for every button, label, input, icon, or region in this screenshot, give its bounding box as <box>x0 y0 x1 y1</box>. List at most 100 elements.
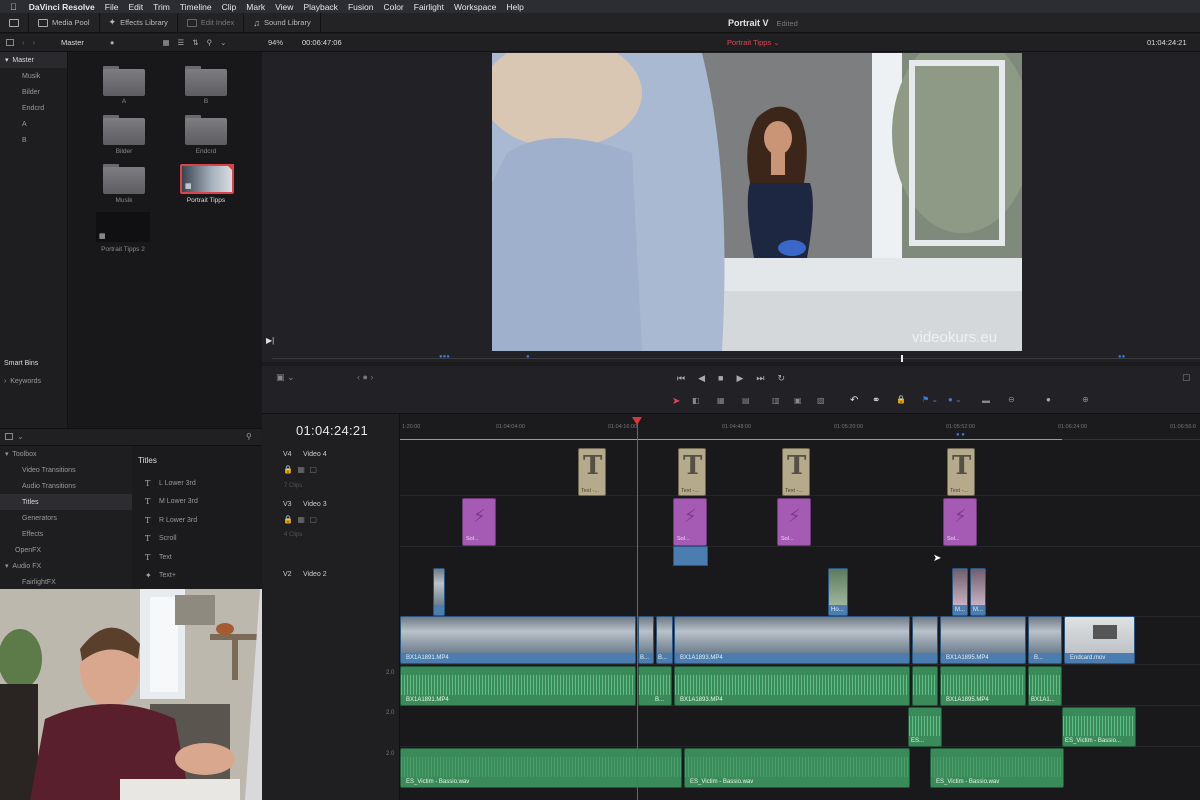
timeline-clip-generator[interactable]: ⚡ Sol... <box>462 498 496 546</box>
zoom-in-icon[interactable]: ⊕ <box>1082 395 1089 404</box>
loop-icon[interactable]: ↻ <box>777 373 785 384</box>
folder-endcrd[interactable] <box>185 115 227 145</box>
timeline-clip-audio[interactable]: BX1A1891.MP4 <box>400 666 636 706</box>
grid-view-icon[interactable]: ▦ <box>162 38 169 47</box>
timeline-clip-audio[interactable]: BX1A1895.MP4 <box>940 666 1026 706</box>
title-item-l-lower-3rd[interactable]: T L Lower 3rd <box>133 474 257 493</box>
bin-a[interactable]: A <box>0 116 67 132</box>
jog-icon[interactable]: ‹ ● › <box>357 372 373 382</box>
timeline-clip-video[interactable]: B... <box>638 616 654 664</box>
timeline-clip-audio[interactable]: ES_Victim - Bassio... <box>1062 707 1136 747</box>
sidebar-toggle-icon[interactable] <box>5 433 13 440</box>
menu-help[interactable]: Help <box>506 2 523 12</box>
timeline-clip-audio[interactable]: B... <box>638 666 672 706</box>
insert-clip-icon[interactable]: ▥ <box>772 396 780 405</box>
chevron-down-icon[interactable]: ⌄ <box>220 38 226 47</box>
timeline-clip-adjustment[interactable] <box>673 546 708 566</box>
go-to-end-icon[interactable]: ⏭ <box>756 373 764 384</box>
timeline-clip-audio[interactable]: BX1A1893.MP4 <box>674 666 910 706</box>
timeline-thumbnail-portrait-tipps-2[interactable]: ▦ <box>96 212 150 242</box>
folder-bilder[interactable] <box>103 115 145 145</box>
media-pool-button[interactable]: Media Pool <box>29 13 100 32</box>
lock-icon[interactable]: 🔒 <box>896 395 906 404</box>
lock-icon[interactable]: 🔒 <box>283 465 293 474</box>
zoom-full-icon[interactable]: ▬ <box>982 396 990 405</box>
title-item-text-plus[interactable]: ✦ Text+ <box>133 567 257 586</box>
search-icon[interactable]: ⚲ <box>246 432 252 441</box>
effects-library-button[interactable]: ✦ Effects Library <box>100 13 178 32</box>
timeline-clip-video[interactable]: M... <box>952 568 968 616</box>
fx-tree-audio-fx[interactable]: ▾ Audio FX <box>0 558 132 574</box>
timeline-clip-video[interactable] <box>912 616 938 664</box>
flag-icon[interactable]: ⚑ ⌄ <box>922 395 938 404</box>
sidebar-toggle-icon[interactable] <box>6 39 14 46</box>
folder-musik[interactable] <box>103 164 145 194</box>
timeline-clip-text[interactable]: T Text -... <box>678 448 706 496</box>
timeline-thumbnail-portrait-tipps[interactable]: ▦ <box>180 164 234 194</box>
timeline-clip-video[interactable]: M... <box>970 568 986 616</box>
bin-master[interactable]: ▾ Master <box>0 52 67 68</box>
chevron-down-icon[interactable]: ⌄ <box>17 432 24 441</box>
fx-tree-effects[interactable]: Effects <box>0 526 132 542</box>
track-visibility-icon[interactable]: ▢ <box>309 465 317 474</box>
fx-tree-toolbox[interactable]: ▾ Toolbox <box>0 446 132 462</box>
frame-play-icon[interactable]: ▶| <box>266 336 274 345</box>
reverse-play-icon[interactable]: ◀ <box>698 373 705 384</box>
forward-icon[interactable]: › <box>33 38 36 47</box>
fullscreen-icon[interactable]: ▢ <box>1182 372 1191 383</box>
fx-tree-fairlightfx[interactable]: FairlightFX <box>0 574 132 590</box>
back-icon[interactable]: ‹ <box>22 38 25 47</box>
viewer-playhead[interactable] <box>901 355 903 362</box>
stop-icon[interactable]: ■ <box>718 373 723 383</box>
play-icon[interactable]: ▶ <box>736 373 743 384</box>
timeline-clip-audio[interactable] <box>912 666 938 706</box>
auto-select-icon[interactable]: ▦ <box>297 515 305 524</box>
menu-view[interactable]: View <box>275 2 293 12</box>
timeline-clip-text[interactable]: T Text -... <box>782 448 810 496</box>
timeline-playhead[interactable] <box>637 418 638 800</box>
track-visibility-icon[interactable]: ▢ <box>309 515 317 524</box>
sound-library-button[interactable]: ♫ Sound Library <box>244 13 321 32</box>
search-icon[interactable]: ⚲ <box>207 38 213 47</box>
replace-clip-icon[interactable]: ▧ <box>817 396 825 405</box>
timeline-clip-audio[interactable]: BX1A1... <box>1028 666 1062 706</box>
menu-workspace[interactable]: Workspace <box>454 2 496 12</box>
dynamic-trim-icon[interactable]: ▦ <box>717 396 725 405</box>
timeline-clip-video[interactable]: Ho... <box>828 568 848 616</box>
list-view-icon[interactable]: ☰ <box>178 38 185 47</box>
timeline-clip-video[interactable]: BX1A1895.MP4 <box>940 616 1026 664</box>
fx-tree-generators[interactable]: Generators <box>0 510 132 526</box>
title-item-r-lower-3rd[interactable]: T R Lower 3rd <box>133 511 257 530</box>
fx-tree-video-transitions[interactable]: Video Transitions <box>0 462 132 478</box>
timeline-clip-video[interactable]: B... <box>1028 616 1062 664</box>
timeline-clip-video[interactable]: BX1A1893.MP4 <box>674 616 910 664</box>
timeline-clip-video[interactable] <box>433 568 445 616</box>
go-to-start-icon[interactable]: ⏮ <box>677 373 685 384</box>
timeline-clip-audio[interactable]: ES... <box>908 707 942 747</box>
title-item-text[interactable]: T Text <box>133 548 257 567</box>
timeline-clip-video[interactable]: B... <box>656 616 673 664</box>
auto-select-icon[interactable]: ▦ <box>297 465 305 474</box>
bin-musik[interactable]: Musik <box>0 68 67 84</box>
trim-tool-icon[interactable]: ◧ <box>692 396 700 405</box>
folder-a[interactable] <box>103 66 145 96</box>
smart-bin-keywords[interactable]: › Keywords <box>4 378 41 385</box>
blade-tool-icon[interactable]: ▤ <box>742 396 750 405</box>
timeline-marker-icon[interactable]: ● ● <box>956 432 965 438</box>
apple-icon[interactable]:  <box>10 2 17 12</box>
timeline-clip-text[interactable]: T Text -... <box>578 448 606 496</box>
menu-color[interactable]: Color <box>383 2 403 12</box>
title-item-scroll[interactable]: T Scroll <box>133 530 257 549</box>
bin-bilder[interactable]: Bilder <box>0 84 67 100</box>
app-menu[interactable]: DaVinci Resolve <box>29 2 95 12</box>
timeline-clip-audio[interactable]: ES_Victim - Bassio.wav <box>400 748 682 788</box>
zoom-out-icon[interactable]: ⊖ <box>1008 395 1015 404</box>
timeline-selector[interactable]: Portrait Tipps ⌄ <box>727 38 780 47</box>
zoom-slider-knob[interactable]: ● <box>1046 395 1051 404</box>
timeline-clip-video[interactable]: Endcard.mov <box>1064 616 1135 664</box>
menu-file[interactable]: File <box>105 2 119 12</box>
track-name-v2[interactable]: Video 2 <box>303 571 327 578</box>
menu-edit[interactable]: Edit <box>128 2 143 12</box>
menu-clip[interactable]: Clip <box>222 2 237 12</box>
overwrite-clip-icon[interactable]: ▣ <box>794 396 802 405</box>
